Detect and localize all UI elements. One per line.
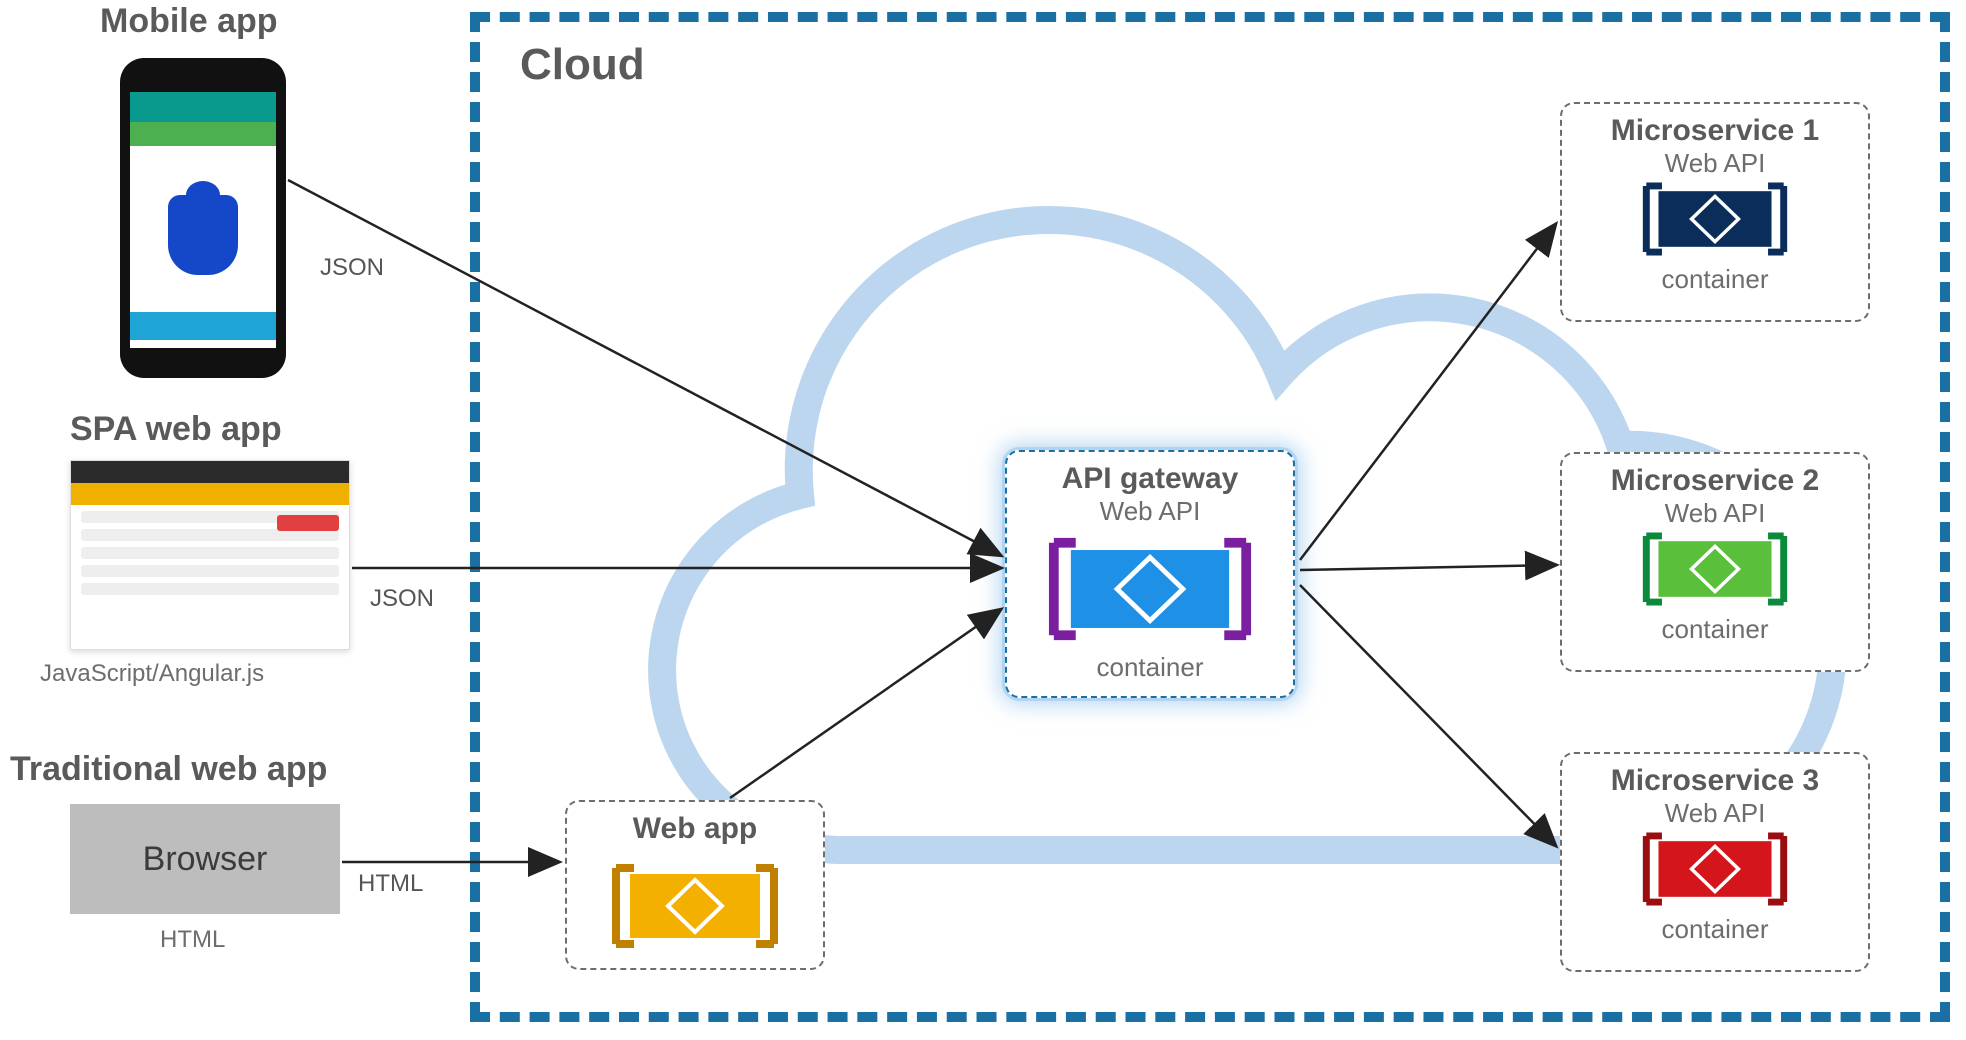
arrow-gateway-to-ms2 [1300,565,1555,570]
arrow-gateway-to-ms3 [1300,585,1555,845]
arrows [0,0,1966,1040]
arrow-webapp-to-gateway [730,610,1000,798]
arrow-mobile-to-gateway [288,180,1000,555]
arrow-gateway-to-ms1 [1300,225,1555,560]
